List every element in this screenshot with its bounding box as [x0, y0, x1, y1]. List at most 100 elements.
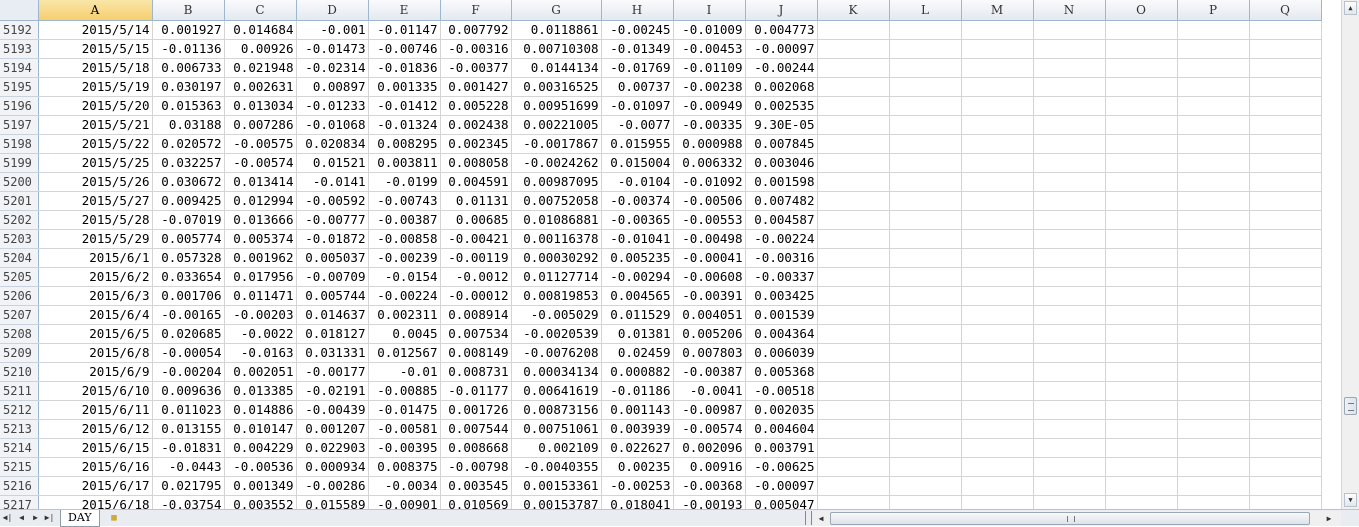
cell-o[interactable]	[1105, 381, 1178, 401]
cell-j[interactable]: 0.003046	[745, 153, 818, 173]
cell-n[interactable]	[1033, 267, 1106, 287]
cell-n[interactable]	[1033, 39, 1106, 59]
cell-p[interactable]	[1177, 115, 1250, 135]
horizontal-scrollbar[interactable]: ◀ ▶	[813, 511, 1341, 526]
cell-d[interactable]: 0.005744	[296, 286, 369, 306]
cell-g[interactable]: 0.00153787	[511, 495, 602, 509]
cell-p[interactable]	[1177, 134, 1250, 154]
cell-o[interactable]	[1105, 286, 1178, 306]
select-all-corner[interactable]	[0, 0, 39, 21]
cell-c[interactable]: 0.007286	[224, 115, 297, 135]
cell-e[interactable]: -0.00387	[368, 210, 441, 230]
cell-k[interactable]	[817, 39, 890, 59]
cell-a[interactable]: 2015/6/2	[38, 267, 153, 287]
cell-d[interactable]: -0.00439	[296, 400, 369, 420]
column-header-d[interactable]: D	[296, 0, 369, 21]
cell-h[interactable]: -0.01349	[601, 39, 674, 59]
cell-q[interactable]	[1249, 58, 1322, 78]
cell-b[interactable]: 0.013155	[152, 419, 225, 439]
cell-f[interactable]: 0.007544	[440, 419, 512, 439]
cell-g[interactable]: 0.00951699	[511, 96, 602, 116]
cell-h[interactable]: -0.0077	[601, 115, 674, 135]
cell-q[interactable]	[1249, 381, 1322, 401]
cell-c[interactable]: 0.011471	[224, 286, 297, 306]
cell-b[interactable]: -0.00165	[152, 305, 225, 325]
cell-c[interactable]: 0.014886	[224, 400, 297, 420]
cell-k[interactable]	[817, 419, 890, 439]
cell-e[interactable]: 0.001335	[368, 77, 441, 97]
cell-e[interactable]: -0.0034	[368, 476, 441, 496]
cell-b[interactable]: 0.020685	[152, 324, 225, 344]
cell-f[interactable]: 0.008058	[440, 153, 512, 173]
cell-c[interactable]: 0.004229	[224, 438, 297, 458]
cell-o[interactable]	[1105, 362, 1178, 382]
cell-b[interactable]: 0.009636	[152, 381, 225, 401]
cell-o[interactable]	[1105, 115, 1178, 135]
cell-q[interactable]	[1249, 115, 1322, 135]
cell-m[interactable]	[961, 438, 1034, 458]
cell-c[interactable]: 0.014684	[224, 20, 297, 40]
cell-o[interactable]	[1105, 343, 1178, 363]
scroll-down-icon[interactable]: ▼	[1344, 493, 1357, 507]
cell-f[interactable]: 0.008149	[440, 343, 512, 363]
cell-j[interactable]: 0.007482	[745, 191, 818, 211]
row-header[interactable]: 5201	[0, 191, 39, 211]
cell-c[interactable]: 0.010147	[224, 419, 297, 439]
cell-f[interactable]: 0.002345	[440, 134, 512, 154]
cell-j[interactable]: 0.001539	[745, 305, 818, 325]
cell-l[interactable]	[889, 324, 962, 344]
cell-d[interactable]: -0.0141	[296, 172, 369, 192]
cell-m[interactable]	[961, 381, 1034, 401]
cell-j[interactable]: -0.00244	[745, 58, 818, 78]
cell-a[interactable]: 2015/5/14	[38, 20, 153, 40]
cell-e[interactable]: -0.0199	[368, 172, 441, 192]
cell-a[interactable]: 2015/6/10	[38, 381, 153, 401]
cell-h[interactable]: 0.01381	[601, 324, 674, 344]
cell-b[interactable]: 0.030672	[152, 172, 225, 192]
cell-m[interactable]	[961, 419, 1034, 439]
cell-d[interactable]: -0.02191	[296, 381, 369, 401]
cell-j[interactable]: 0.004587	[745, 210, 818, 230]
cell-c[interactable]: -0.00536	[224, 457, 297, 477]
cell-i[interactable]: -0.00368	[673, 476, 746, 496]
cell-p[interactable]	[1177, 324, 1250, 344]
cell-j[interactable]: -0.00097	[745, 39, 818, 59]
cell-k[interactable]	[817, 476, 890, 496]
row-header[interactable]: 5212	[0, 400, 39, 420]
column-header-c[interactable]: C	[224, 0, 297, 21]
cell-i[interactable]: -0.0041	[673, 381, 746, 401]
cell-l[interactable]	[889, 267, 962, 287]
cell-n[interactable]	[1033, 96, 1106, 116]
cell-d[interactable]: 0.01521	[296, 153, 369, 173]
cell-g[interactable]: 0.00034134	[511, 362, 602, 382]
row-header[interactable]: 5208	[0, 324, 39, 344]
cell-a[interactable]: 2015/6/17	[38, 476, 153, 496]
tab-split-handle[interactable]	[805, 511, 812, 525]
cell-j[interactable]: 0.003425	[745, 286, 818, 306]
cell-e[interactable]: 0.002311	[368, 305, 441, 325]
cell-p[interactable]	[1177, 191, 1250, 211]
cell-i[interactable]: -0.00987	[673, 400, 746, 420]
cell-d[interactable]: 0.005037	[296, 248, 369, 268]
cell-d[interactable]: 0.022903	[296, 438, 369, 458]
cell-f[interactable]: 0.008668	[440, 438, 512, 458]
cell-f[interactable]: -0.00119	[440, 248, 512, 268]
cell-n[interactable]	[1033, 210, 1106, 230]
cell-f[interactable]: 0.008731	[440, 362, 512, 382]
cell-g[interactable]: -0.0017867	[511, 134, 602, 154]
cell-q[interactable]	[1249, 248, 1322, 268]
cell-d[interactable]: -0.02314	[296, 58, 369, 78]
cell-b[interactable]: 0.011023	[152, 400, 225, 420]
cell-k[interactable]	[817, 438, 890, 458]
cell-j[interactable]: 0.004604	[745, 419, 818, 439]
cell-l[interactable]	[889, 191, 962, 211]
cell-i[interactable]: 0.004051	[673, 305, 746, 325]
cell-e[interactable]: -0.01	[368, 362, 441, 382]
cell-b[interactable]: 0.001927	[152, 20, 225, 40]
cell-o[interactable]	[1105, 210, 1178, 230]
cell-q[interactable]	[1249, 419, 1322, 439]
cell-e[interactable]: -0.00901	[368, 495, 441, 509]
cell-k[interactable]	[817, 324, 890, 344]
cell-k[interactable]	[817, 20, 890, 40]
cell-i[interactable]: -0.00387	[673, 362, 746, 382]
